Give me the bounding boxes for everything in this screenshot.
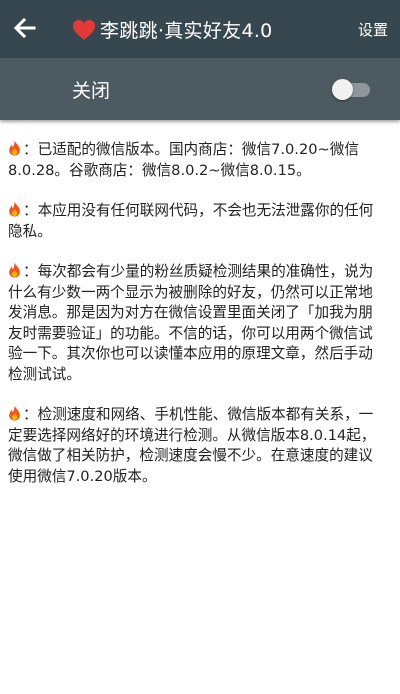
toggle-thumb (332, 79, 353, 100)
switch-label: 关闭 (72, 79, 111, 102)
arrow-left-icon[interactable] (10, 13, 40, 43)
note-text: ：检测速度和网络、手机性能、微信版本都有关系，一定要选择网络好的环境进行检测。从… (8, 406, 376, 485)
app-title: 李跳跳·真实好友4.0 (72, 0, 273, 58)
page-title: 李跳跳·真实好友4.0 (100, 19, 273, 42)
note-paragraph: ：每次都会有少量的粉丝质疑检测结果的准确性，说为什么有少数一两个显示为被删除的好… (8, 262, 386, 385)
note-paragraph: ：已适配的微信版本。国内商店：微信7.0.20~微信8.0.28。谷歌商店：微信… (8, 140, 386, 181)
switch-bar: 关闭 (0, 58, 400, 120)
fire-icon (9, 201, 20, 217)
note-text: ：本应用没有任何联网代码，不会也无法泄露你的任何隐私。 (8, 202, 374, 240)
fire-icon (9, 140, 20, 156)
enable-toggle[interactable] (332, 79, 372, 100)
note-paragraph: ：本应用没有任何联网代码，不会也无法泄露你的任何隐私。 (8, 201, 386, 242)
notes-content: ：已适配的微信版本。国内商店：微信7.0.20~微信8.0.28。谷歌商店：微信… (8, 140, 386, 507)
note-text: ：每次都会有少量的粉丝质疑检测结果的准确性，说为什么有少数一两个显示为被删除的好… (8, 263, 374, 383)
note-paragraph: ：检测速度和网络、手机性能、微信版本都有关系，一定要选择网络好的环境进行检测。从… (8, 405, 386, 487)
fire-icon (9, 405, 20, 421)
app-bar: 李跳跳·真实好友4.0 设置 (0, 0, 400, 58)
fire-icon (9, 262, 20, 278)
settings-button[interactable]: 设置 (358, 0, 388, 58)
heart-icon (73, 20, 95, 40)
note-text: ：已适配的微信版本。国内商店：微信7.0.20~微信8.0.28。谷歌商店：微信… (8, 141, 359, 179)
